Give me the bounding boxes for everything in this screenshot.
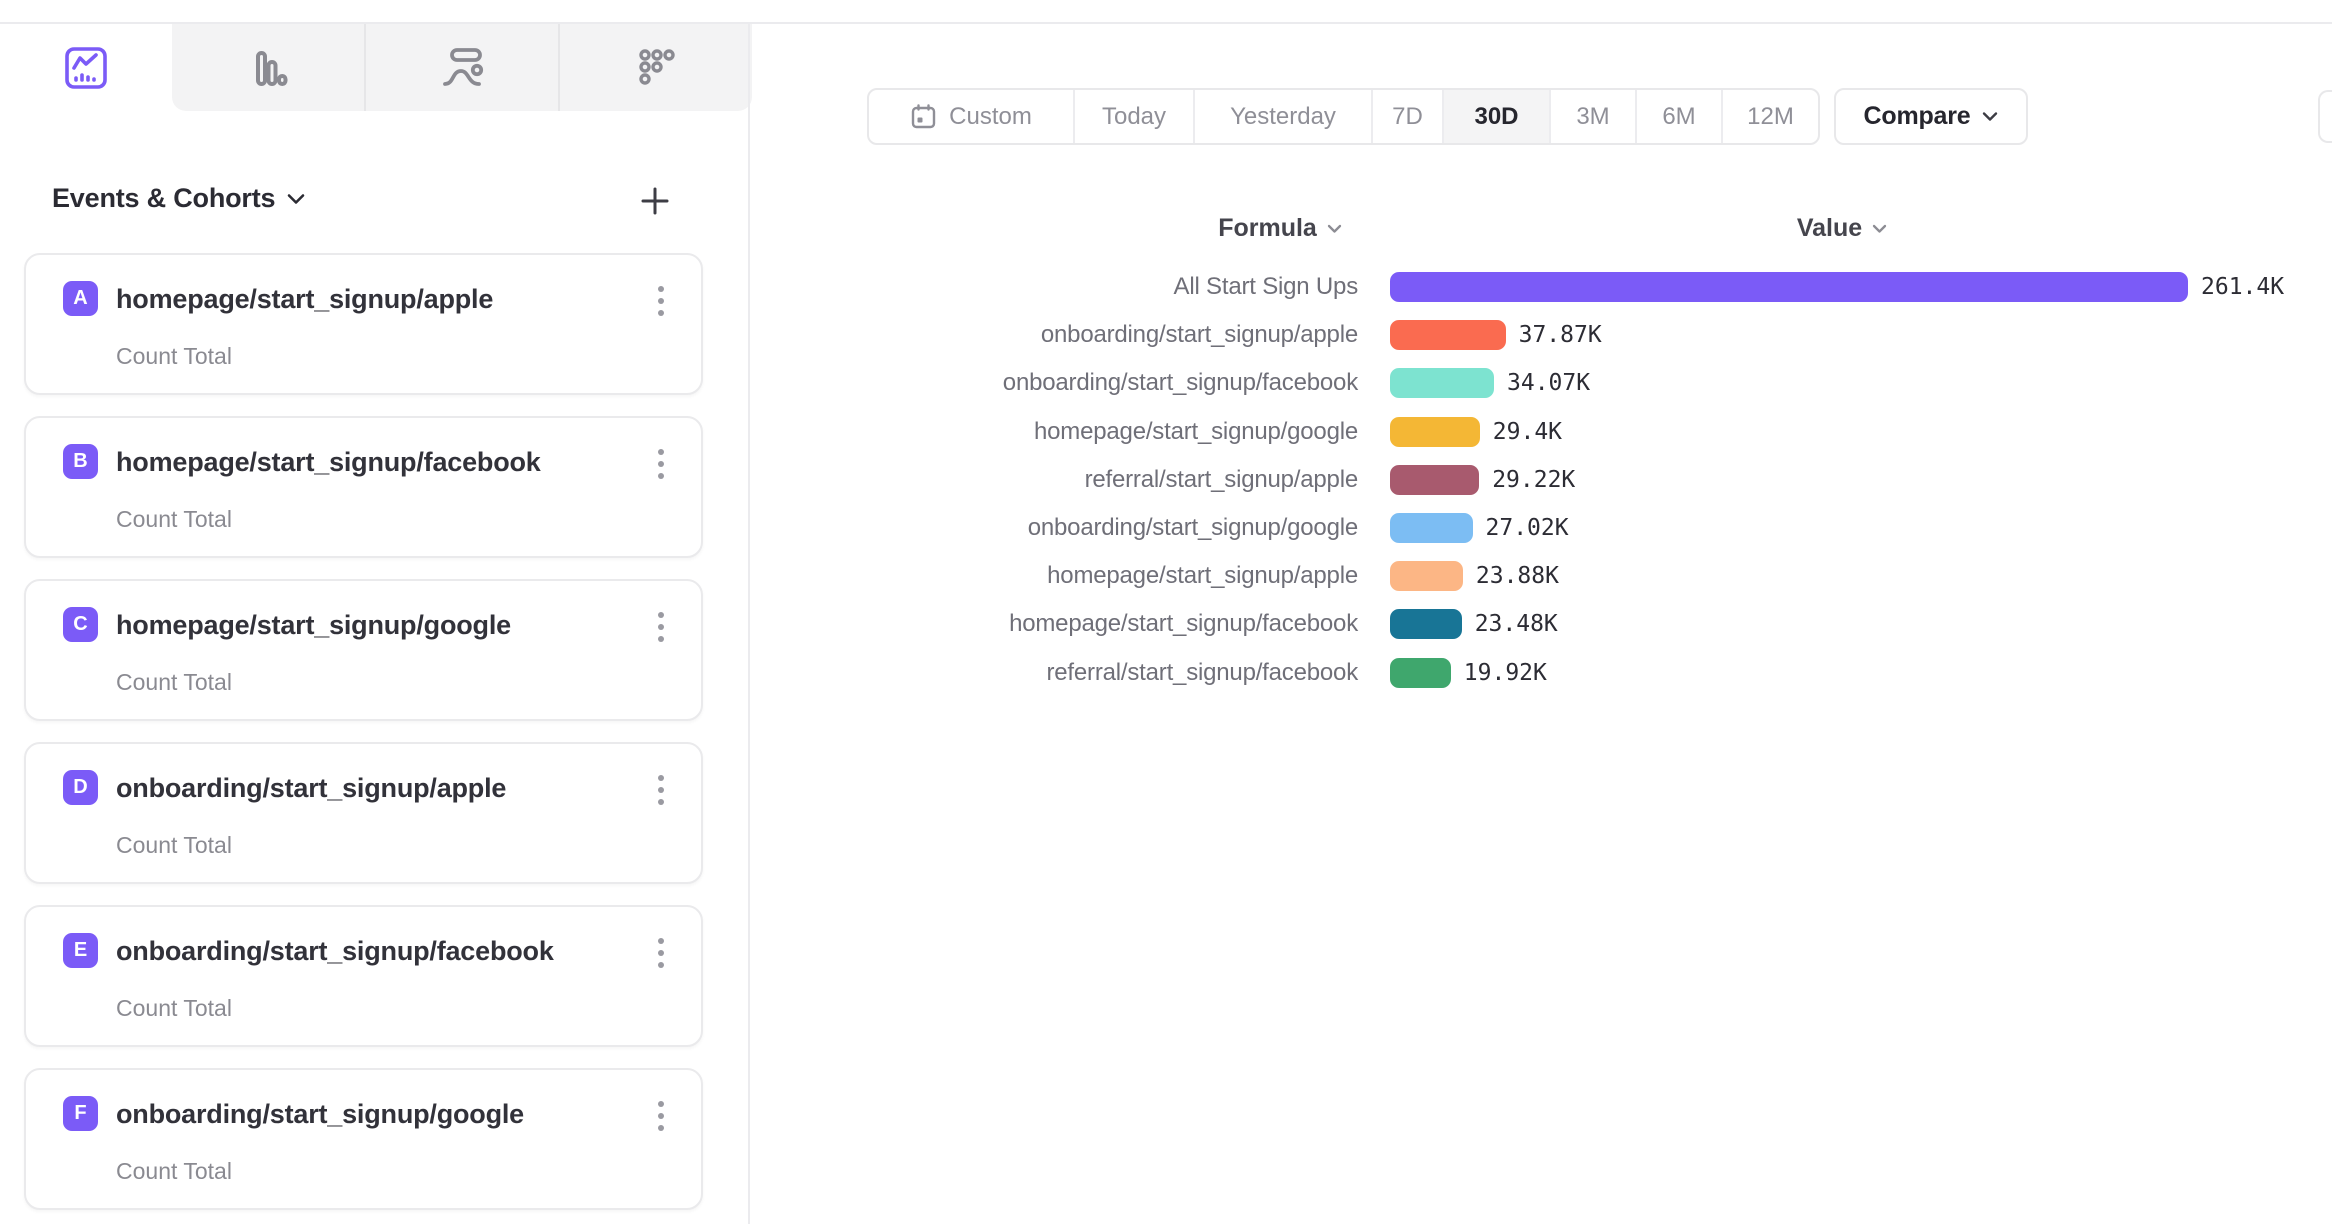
event-letter-badge: F: [63, 1096, 98, 1131]
series-value: 23.88K: [1476, 563, 1559, 589]
series-bar[interactable]: [1390, 609, 1462, 639]
date-range-7d[interactable]: 7D: [1371, 90, 1442, 143]
series-label: homepage/start_signup/google: [0, 418, 1358, 446]
date-range-label: Today: [1102, 103, 1166, 131]
date-range-today[interactable]: Today: [1073, 90, 1193, 143]
chevron-down-icon: [1327, 224, 1342, 234]
bar-chart-row: All Start Sign Ups 261.4K: [0, 263, 2332, 311]
series-bar[interactable]: [1390, 320, 1506, 350]
events-cohorts-title: Events & Cohorts: [52, 183, 275, 214]
date-range-control: Custom Today Yesterday 7D 30D 3M 6M 12M: [867, 88, 1820, 145]
series-label: referral/start_signup/apple: [0, 466, 1358, 494]
formula-column-header[interactable]: Formula: [1130, 214, 1430, 243]
kebab-menu-icon[interactable]: [643, 1096, 679, 1136]
event-letter-badge: D: [63, 770, 98, 805]
chevron-down-icon: [1982, 111, 1998, 122]
bar-chart-row: onboarding/start_signup/apple 37.87K: [0, 311, 2332, 359]
series-bar[interactable]: [1390, 465, 1479, 495]
date-range-label: 3M: [1576, 103, 1609, 131]
series-label: onboarding/start_signup/apple: [0, 321, 1358, 349]
event-letter-badge: E: [63, 933, 98, 968]
bar-chart-icon: [246, 46, 290, 90]
series-bar[interactable]: [1390, 658, 1451, 688]
series-value: 23.48K: [1475, 611, 1558, 637]
chevron-down-icon: [1872, 224, 1887, 234]
series-value: 37.87K: [1519, 322, 1602, 348]
report-type-tabs: [0, 24, 752, 111]
series-bar[interactable]: [1390, 513, 1473, 543]
series-value: 34.07K: [1507, 370, 1590, 396]
event-metric: Count Total: [116, 832, 232, 859]
chevron-down-icon: [287, 193, 305, 205]
plus-icon: [640, 186, 670, 216]
event-metric: Count Total: [116, 1158, 232, 1185]
series-value: 19.92K: [1464, 660, 1547, 686]
series-value: 261.4K: [2201, 274, 2284, 300]
event-card[interactable]: F onboarding/start_signup/google Count T…: [24, 1068, 703, 1210]
date-range-12m[interactable]: 12M: [1721, 90, 1818, 143]
event-metric: Count Total: [116, 995, 232, 1022]
event-name: onboarding/start_signup/google: [116, 1099, 524, 1130]
partial-button-right-edge[interactable]: [2318, 90, 2332, 143]
bar-chart-row: onboarding/start_signup/google 27.02K: [0, 504, 2332, 552]
series-bar[interactable]: [1390, 368, 1494, 398]
value-header-label: Value: [1797, 214, 1862, 243]
series-value: 29.22K: [1492, 467, 1575, 493]
tab-retention[interactable]: [558, 24, 752, 111]
bar-chart-row: homepage/start_signup/apple 23.88K: [0, 552, 2332, 600]
date-range-30d[interactable]: 30D: [1442, 90, 1549, 143]
date-range-label: Custom: [949, 103, 1032, 131]
series-bar[interactable]: [1390, 417, 1480, 447]
series-label: homepage/start_signup/apple: [0, 562, 1358, 590]
compare-label: Compare: [1864, 102, 1971, 131]
event-name: onboarding/start_signup/apple: [116, 773, 506, 804]
kebab-menu-icon[interactable]: [643, 770, 679, 810]
tab-strip-background: [172, 24, 752, 111]
series-label: All Start Sign Ups: [0, 273, 1358, 301]
bar-chart-row: onboarding/start_signup/facebook 34.07K: [0, 359, 2332, 407]
date-range-6m[interactable]: 6M: [1635, 90, 1721, 143]
tab-insights[interactable]: [0, 24, 172, 111]
date-range-label: 7D: [1392, 103, 1423, 131]
series-label: referral/start_signup/facebook: [0, 659, 1358, 687]
value-column-header[interactable]: Value: [1692, 214, 1992, 243]
bar-chart-row: homepage/start_signup/facebook 23.48K: [0, 600, 2332, 648]
date-range-label: 12M: [1747, 103, 1794, 131]
series-bar[interactable]: [1390, 561, 1463, 591]
flows-icon: [439, 45, 485, 91]
bar-chart-rows: All Start Sign Ups 261.4K onboarding/sta…: [0, 263, 2332, 697]
retention-grid-icon: [634, 46, 678, 90]
bar-chart-row: homepage/start_signup/google 29.4K: [0, 408, 2332, 456]
date-range-3m[interactable]: 3M: [1549, 90, 1635, 143]
compare-button[interactable]: Compare: [1834, 88, 2028, 145]
insights-chart-icon: [63, 45, 109, 91]
series-label: homepage/start_signup/facebook: [0, 610, 1358, 638]
event-card[interactable]: D onboarding/start_signup/apple Count To…: [24, 742, 703, 884]
kebab-menu-icon[interactable]: [643, 933, 679, 973]
date-range-label: 6M: [1662, 103, 1695, 131]
formula-header-label: Formula: [1218, 214, 1317, 243]
add-event-button[interactable]: [632, 178, 678, 224]
series-bar[interactable]: [1390, 272, 2188, 302]
series-value: 27.02K: [1486, 515, 1569, 541]
event-name: onboarding/start_signup/facebook: [116, 936, 554, 967]
calendar-icon: [910, 103, 937, 130]
date-range-label: 30D: [1474, 103, 1518, 131]
tab-flows[interactable]: [364, 24, 558, 111]
series-label: onboarding/start_signup/google: [0, 514, 1358, 542]
events-cohorts-header[interactable]: Events & Cohorts: [52, 183, 305, 214]
date-range-custom[interactable]: Custom: [869, 90, 1073, 143]
series-value: 29.4K: [1493, 419, 1562, 445]
bar-chart-row: referral/start_signup/apple 29.22K: [0, 456, 2332, 504]
series-label: onboarding/start_signup/facebook: [0, 369, 1358, 397]
tab-bar-chart[interactable]: [172, 24, 364, 111]
event-card[interactable]: E onboarding/start_signup/facebook Count…: [24, 905, 703, 1047]
bar-chart-row: referral/start_signup/facebook 19.92K: [0, 649, 2332, 697]
date-range-label: Yesterday: [1230, 103, 1336, 131]
date-range-yesterday[interactable]: Yesterday: [1193, 90, 1371, 143]
